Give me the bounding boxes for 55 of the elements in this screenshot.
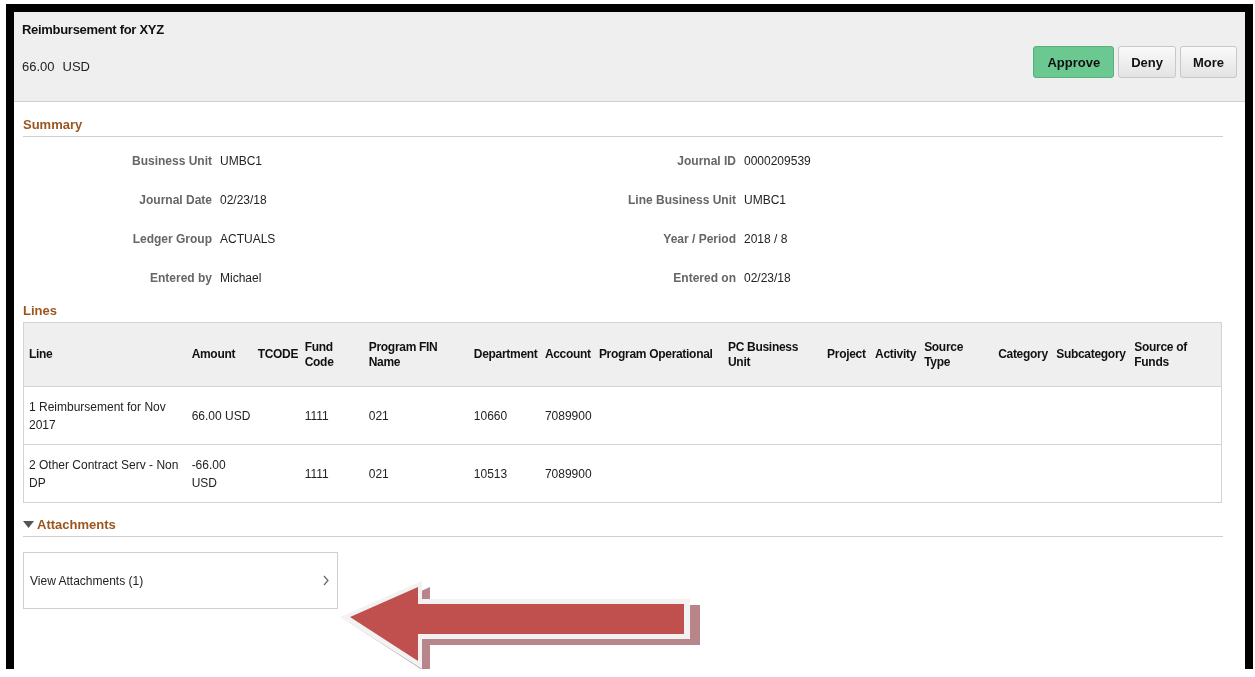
chevron-right-icon (323, 575, 329, 586)
currency: USD (62, 59, 90, 74)
table-cell: 66.00 USD (191, 408, 251, 423)
column-header: Source Type (924, 340, 964, 369)
table-cell: 7089900 (544, 466, 592, 481)
table-cell: 1111 (304, 466, 329, 481)
table-cell: 2 Other Contract Serv - Non DP (29, 457, 179, 490)
field-label: Business Unit (131, 153, 212, 168)
collapse-icon[interactable] (23, 520, 34, 529)
action-button[interactable]: Deny (1118, 46, 1176, 78)
section-heading: Attachments (37, 517, 116, 532)
column-header: Project (827, 347, 866, 362)
section-heading: Summary (23, 116, 84, 134)
field-label: Entered by (149, 270, 212, 285)
column-header: TCODE (257, 347, 299, 362)
field-label: Year / Period (662, 231, 736, 246)
column-header: Category (998, 347, 1048, 362)
column-header: Program FIN Name (368, 340, 438, 369)
field-label: Journal Date (138, 192, 212, 207)
field-label: Line Business Unit (626, 192, 736, 207)
column-header: Activity (875, 347, 917, 362)
column-header: Subcategory (1056, 347, 1126, 362)
column-header: Amount (191, 347, 236, 362)
action-button[interactable]: More (1179, 46, 1237, 78)
table-cell: 10513 (473, 466, 508, 481)
field-label: Ledger Group (131, 231, 212, 246)
column-header: Department (473, 347, 538, 362)
table-cell: 1111 (304, 408, 329, 423)
field-value: 02/23/18 (220, 192, 267, 207)
column-header: Program Operational (598, 347, 713, 362)
field-value: UMBC1 (744, 192, 786, 207)
column-header: PC Business Unit (728, 340, 799, 369)
table-cell: 1 Reimbursement for Nov 2017 (29, 399, 166, 432)
table-cell: 021 (368, 466, 389, 481)
column-header: Fund Code (304, 340, 334, 369)
field-value: Michael (220, 270, 262, 285)
column-header: Account (544, 347, 591, 362)
section-heading: Lines (23, 302, 58, 320)
table-cell: 7089900 (544, 408, 592, 423)
field-value: UMBC1 (220, 153, 262, 168)
table-cell: -66.00 USD (191, 457, 226, 490)
field-value: 02/23/18 (744, 270, 791, 285)
table-cell: 021 (368, 408, 389, 423)
column-header: Line (29, 347, 53, 362)
table-cell: 10660 (473, 408, 508, 423)
field-value: 0000209539 (744, 153, 811, 168)
field-label: Journal ID (676, 153, 736, 168)
field-value: ACTUALS (220, 231, 276, 246)
amount: 66.00 (22, 59, 55, 74)
approve-button[interactable]: Approve (1033, 46, 1115, 78)
column-header: Source of Funds (1134, 340, 1187, 369)
field-value: 2018 / 8 (744, 231, 788, 246)
view-attachments-link[interactable]: View Attachments (1) (23, 552, 338, 609)
page-title: Reimbursement for XYZ (22, 22, 164, 37)
field-label: Entered on (672, 270, 736, 285)
